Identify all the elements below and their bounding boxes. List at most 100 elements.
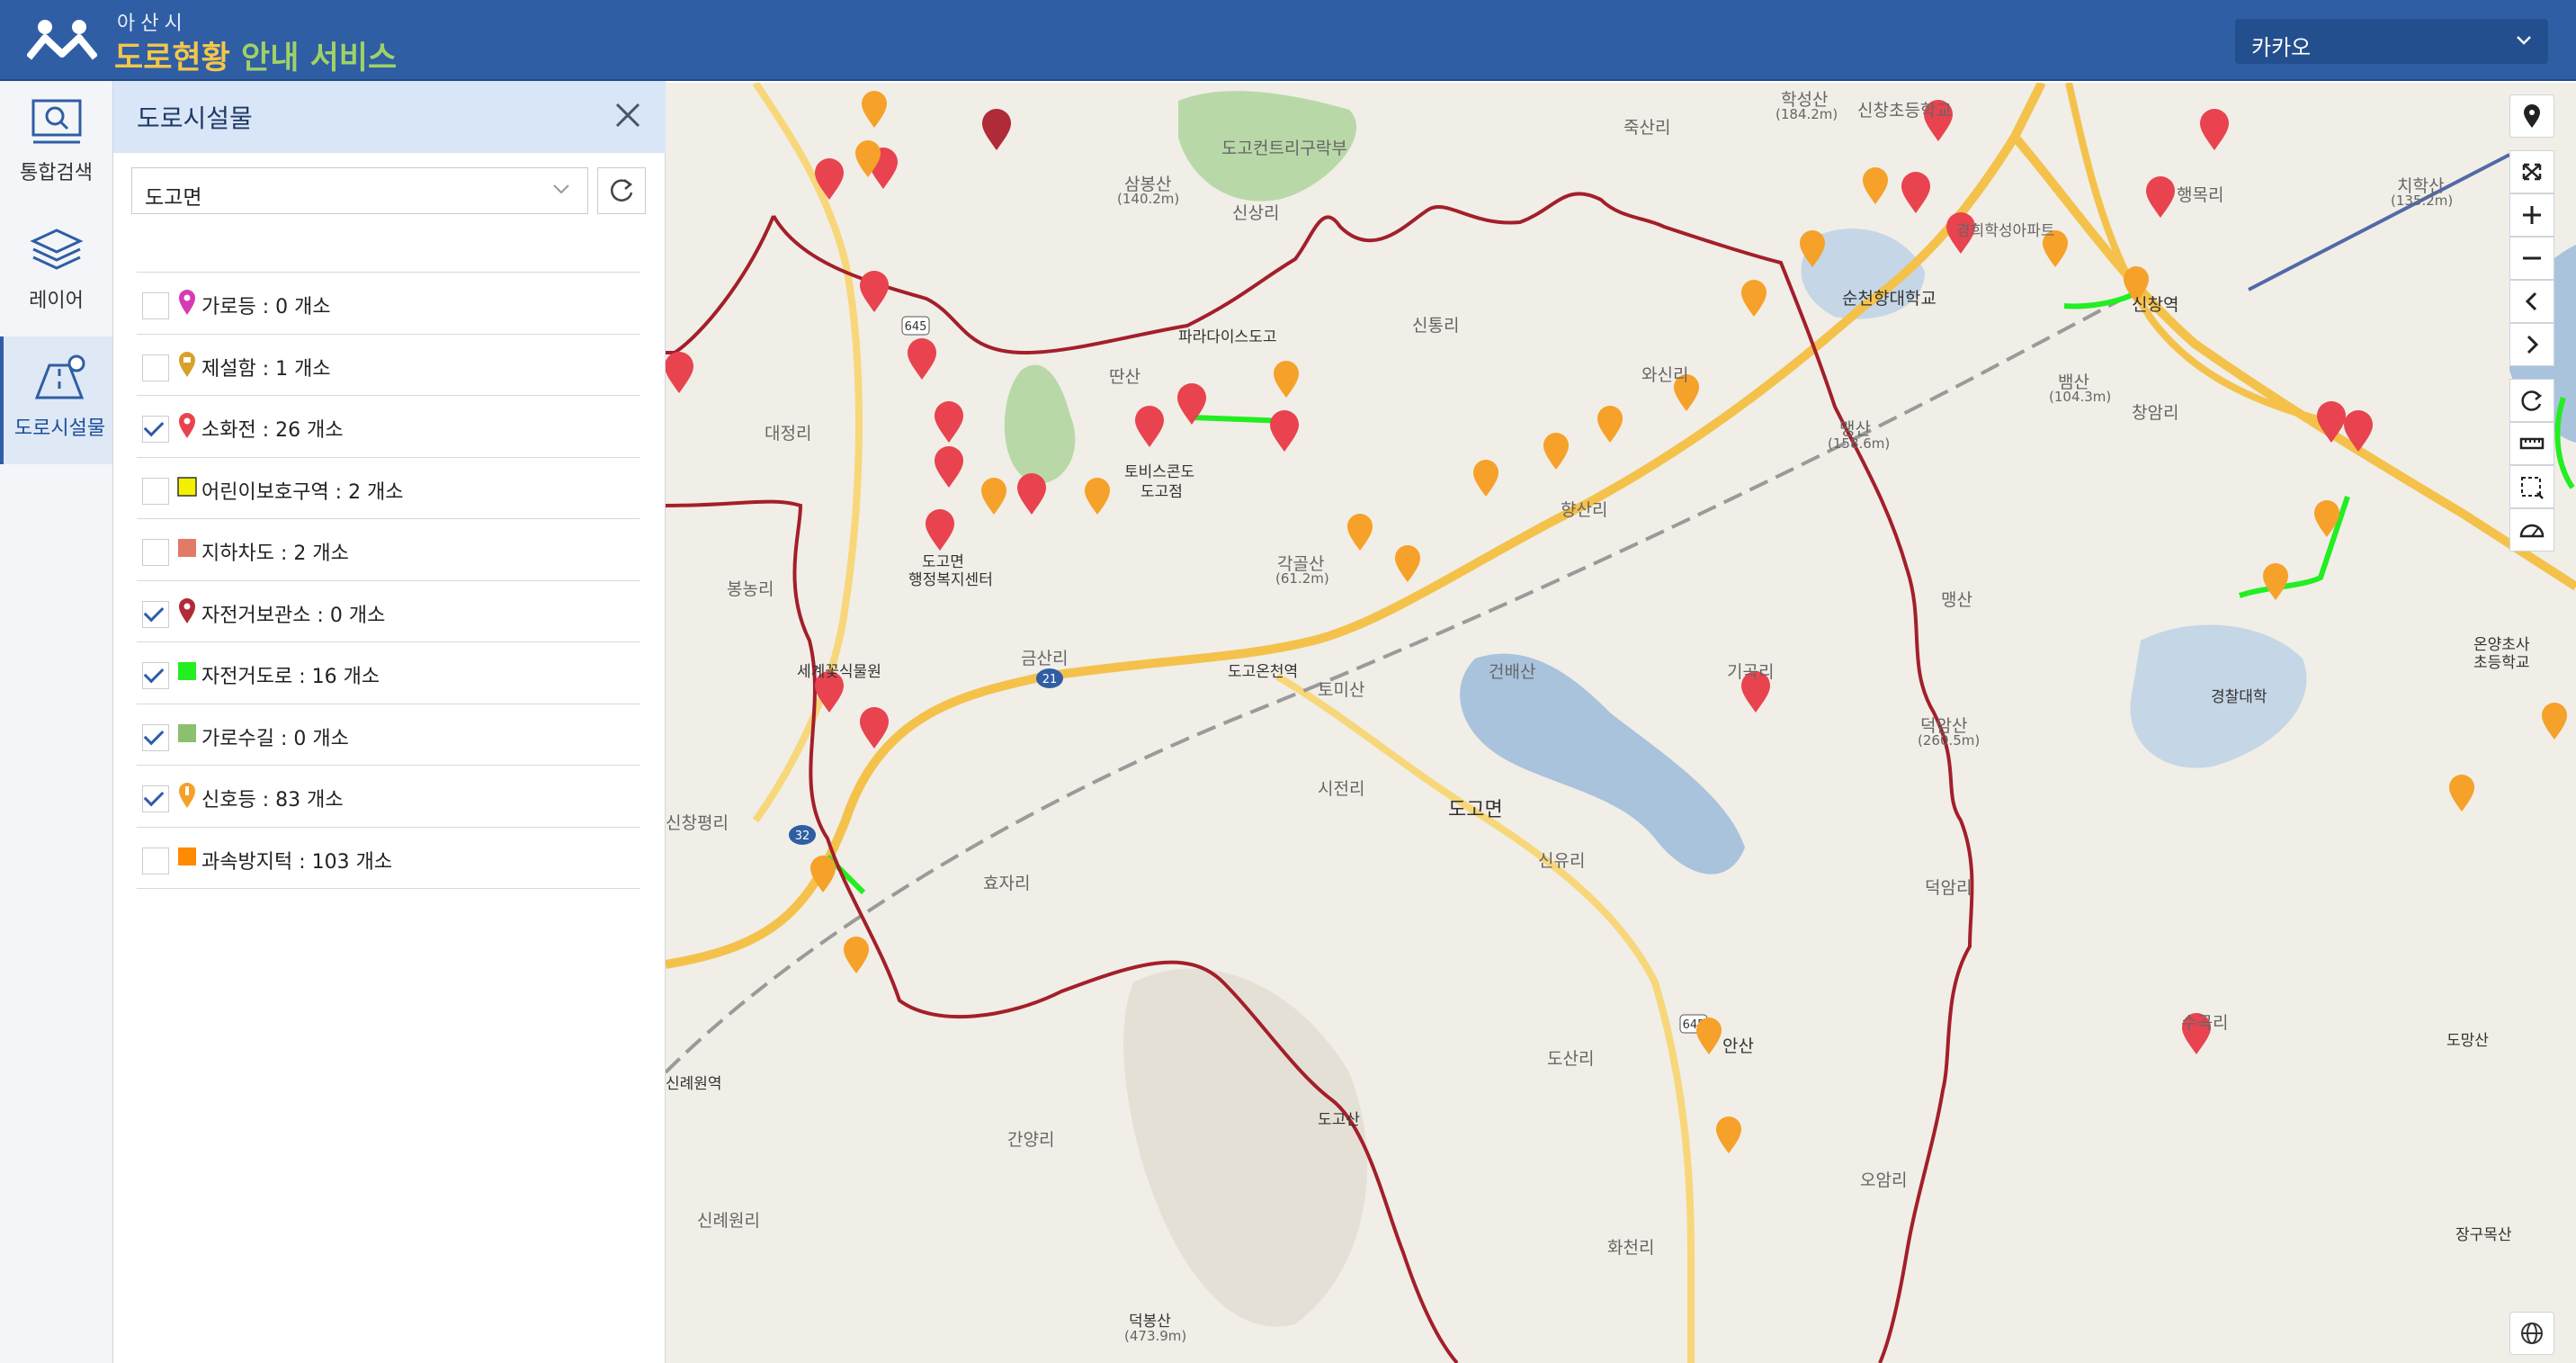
checkbox-checked[interactable]: [142, 662, 169, 689]
facility-label: 가로수길 : 0 개소: [201, 727, 349, 750]
signal-pin: [844, 937, 869, 973]
location-pin-icon: [2524, 104, 2540, 128]
facility-row-school-zone: 어린이보호구역 : 2 개소: [137, 458, 640, 519]
checkbox-checked[interactable]: [142, 600, 169, 628]
map-type-button[interactable]: [2509, 1312, 2554, 1355]
map-label: 신창초등학교: [1857, 101, 1952, 121]
olive-square-icon: [178, 723, 196, 742]
facility-row-snowbox: 제설함 : 1 개소: [137, 335, 640, 396]
map-label: 신상리: [1232, 203, 1280, 223]
hydrant-pin: [860, 271, 889, 312]
checkbox[interactable]: [142, 847, 169, 874]
hydrant-pin: [1017, 473, 1046, 515]
hydrant-pin: [935, 446, 963, 488]
nav-road-facility[interactable]: 도로시설물: [0, 336, 112, 464]
signal-pin: [1085, 478, 1110, 515]
map-canvas[interactable]: 645 21 32 645 학성산 (184.2m) 신창초등학교 도고컨트리구…: [666, 83, 2576, 1363]
hydrant-pin: [908, 338, 936, 380]
map-label: 건배산: [1489, 662, 1536, 682]
measure-area-button[interactable]: [2509, 465, 2554, 508]
next-view-button[interactable]: [2509, 323, 2554, 366]
service-title-a: 도로현황: [114, 40, 230, 76]
map-label: 딴산: [1109, 367, 1140, 387]
map-label: 덕암리: [1925, 878, 1972, 898]
signal-pin: [1696, 1018, 1722, 1054]
map-label: 안산: [1722, 1036, 1754, 1056]
panel-header: 도로시설물: [113, 81, 666, 153]
chevron-down-icon: [2514, 30, 2534, 55]
close-icon[interactable]: [610, 97, 646, 133]
nav-label: 레이어: [29, 290, 84, 312]
checkbox[interactable]: [142, 477, 169, 505]
measure-radius-button[interactable]: [2509, 508, 2554, 551]
hydrant-pin: [2200, 109, 2229, 150]
refresh-button[interactable]: [597, 167, 646, 214]
signal-pin: [2449, 775, 2474, 812]
map-label: 도고온천역: [1228, 663, 1299, 681]
map-label: 신례원역: [666, 1075, 722, 1093]
reset-view-button[interactable]: [2509, 379, 2554, 422]
map-label: 도고컨트리구락부: [1221, 139, 1347, 158]
map-label: 신창역: [2132, 295, 2179, 315]
measure-distance-button[interactable]: [2509, 422, 2554, 465]
hydrant-pin: [860, 707, 889, 749]
district-select-value: 도고면: [145, 186, 202, 210]
checkbox[interactable]: [142, 292, 169, 319]
hydrant-pin: [1270, 410, 1299, 452]
checkbox[interactable]: [142, 539, 169, 566]
map-provider-select[interactable]: 카카오: [2235, 19, 2548, 64]
service-title-b: 안내 서비스: [241, 40, 398, 76]
checkbox-checked[interactable]: [142, 723, 169, 751]
map-label: 효자리: [983, 874, 1031, 893]
map-label: 경찰대학: [2211, 688, 2267, 706]
map-label-sub: (158.6m): [1828, 435, 1891, 452]
hydrant-pin: [2146, 176, 2175, 218]
map-label: 신창평리: [666, 813, 729, 833]
district-select[interactable]: 도고면: [131, 167, 588, 214]
app-header: 아산시 도로현황 안내 서비스 카카오: [0, 0, 2576, 81]
hydrant-pin: [1135, 406, 1164, 447]
map-label-sub: 초등학교: [2473, 654, 2530, 672]
facility-label: 가로등 : 0 개소: [201, 296, 331, 318]
signal-pin: [862, 91, 887, 128]
previous-view-button[interactable]: [2509, 280, 2554, 323]
lake: [1460, 653, 1745, 874]
map-label: 세계꽃식물원: [797, 663, 881, 681]
fullscreen-button[interactable]: [2509, 150, 2554, 193]
signal-markers: [810, 91, 2567, 1153]
map-label: 경희학성아파트: [1956, 222, 2055, 240]
nav-label: 도로시설물: [13, 417, 106, 440]
radius-icon: [2519, 524, 2545, 538]
zoom-in-button[interactable]: [2509, 193, 2554, 237]
facility-row-bike-road: 자전거도로 : 16 개소: [137, 642, 640, 704]
route-number-645a: 645: [905, 320, 927, 334]
map-label: 파라다이스도고: [1178, 328, 1277, 346]
nav-integrated-search[interactable]: 통합검색: [0, 81, 112, 209]
side-nav: 통합검색 레이어 도로시설물: [0, 81, 113, 1363]
map-label: 창암리: [2132, 403, 2179, 423]
bike-storage-pin: [982, 109, 1011, 150]
facility-label: 지하차도 : 2 개소: [201, 543, 349, 565]
checkbox-checked[interactable]: [142, 416, 169, 443]
location-button[interactable]: [2509, 94, 2554, 138]
hydrant-pin: [926, 509, 954, 551]
map-label-sub: (473.9m): [1124, 1328, 1187, 1344]
map-label: 맹산: [1941, 590, 1972, 610]
zoom-out-button[interactable]: [2509, 237, 2554, 280]
map-label: 수곡리: [2181, 1013, 2229, 1033]
service-title: 도로현황 안내 서비스: [114, 32, 397, 78]
signal-pin: [1543, 433, 1569, 470]
map-label: 순천향대학교: [1842, 289, 1936, 309]
signal-pin: [1741, 280, 1767, 317]
map-label: 죽산리: [1623, 118, 1671, 138]
map-label: 도산리: [1547, 1049, 1595, 1069]
checkbox-checked[interactable]: [142, 785, 169, 812]
map-label: 도고면: [1448, 799, 1503, 821]
plus-icon: [2523, 206, 2541, 224]
checkbox[interactable]: [142, 354, 169, 381]
bike-storage-pin-icon: [179, 597, 195, 623]
map-label: 기곡리: [1727, 662, 1775, 682]
snowbox-pin-icon: [179, 351, 195, 377]
nav-layers[interactable]: 레이어: [0, 209, 112, 336]
map-label-sub: (61.2m): [1275, 570, 1329, 587]
